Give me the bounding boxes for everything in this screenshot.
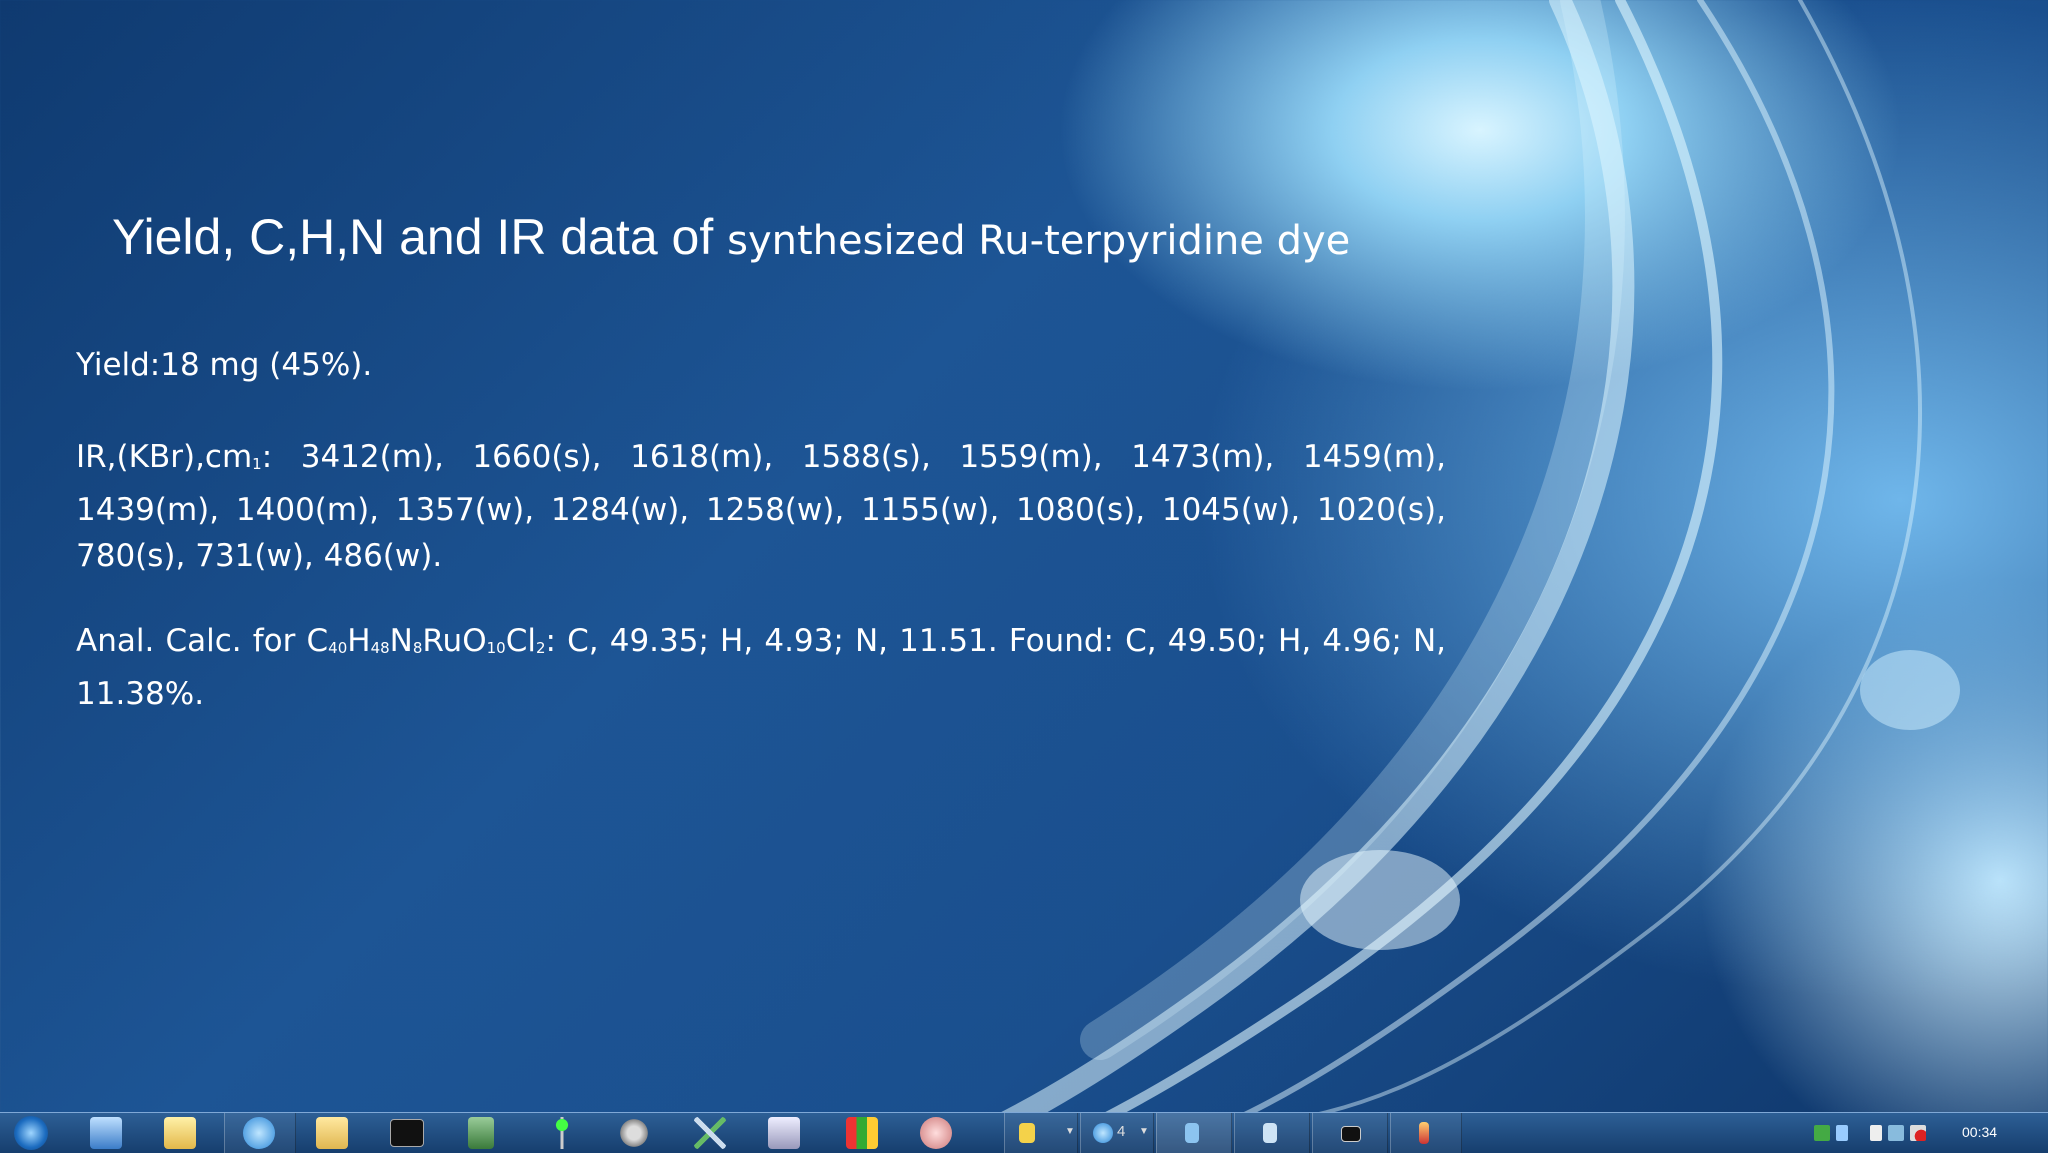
tray-database-icon[interactable] (1836, 1125, 1848, 1141)
show-desktop-icon[interactable] (90, 1117, 122, 1149)
taskbar-window-ie[interactable]: 4▼ (1080, 1113, 1154, 1153)
dropdown-arrow-icon: ▼ (1139, 1126, 1149, 1137)
folder-icon (1019, 1123, 1035, 1143)
ir-data-text: IR,(KBr),cm1: 3412(m), 1660(s), 1618(m),… (76, 434, 1446, 579)
taskbar-window-paint[interactable] (1390, 1113, 1462, 1153)
wireless-icon[interactable] (546, 1117, 578, 1149)
command-prompt-icon (1341, 1126, 1361, 1142)
taskbar: ▼ 4▼ 00:34 (0, 1112, 2048, 1153)
tray-battery-icon[interactable] (1870, 1125, 1882, 1141)
explorer-icon[interactable] (164, 1117, 196, 1149)
colorful-app-icon[interactable] (846, 1117, 878, 1149)
notepad-icon (1185, 1123, 1199, 1143)
start-button[interactable] (14, 1116, 48, 1150)
elemental-analysis-text: Anal. Calc. for C40H48N8RuO10Cl2: C, 49.… (76, 618, 1446, 717)
device-icon[interactable] (768, 1117, 800, 1149)
tray-network-icon[interactable] (1814, 1125, 1830, 1141)
internet-explorer-icon (243, 1117, 275, 1149)
internet-explorer-icon (1093, 1123, 1113, 1143)
taskbar-window-folder[interactable]: ▼ (1004, 1113, 1078, 1153)
notepad-icon (1263, 1123, 1277, 1143)
slide-title: Yield, C,H,N and IR data of synthesized … (112, 208, 1350, 266)
yield-text: Yield:18 mg (45%). (76, 342, 1446, 388)
ie-pinned-button[interactable] (224, 1113, 296, 1153)
outlook-icon[interactable] (316, 1117, 348, 1149)
window-count: 4 (1117, 1123, 1125, 1140)
tray-volume-muted-icon[interactable] (1910, 1125, 1926, 1141)
paint-brush-icon (1419, 1122, 1429, 1144)
tools-icon[interactable] (694, 1117, 726, 1149)
tray-connection-icon[interactable] (1888, 1125, 1904, 1141)
command-prompt-icon[interactable] (390, 1119, 424, 1147)
taskbar-window-notepad-1[interactable] (1156, 1113, 1232, 1153)
clock[interactable]: 00:34 (1962, 1124, 1997, 1140)
taskbar-window-notepad-2[interactable] (1234, 1113, 1310, 1153)
taskbar-window-cmd[interactable] (1312, 1113, 1388, 1153)
dropdown-arrow-icon: ▼ (1065, 1126, 1075, 1137)
snipping-tool-icon[interactable] (920, 1117, 952, 1149)
settings-icon[interactable] (618, 1117, 650, 1149)
network-card-icon[interactable] (468, 1117, 494, 1149)
